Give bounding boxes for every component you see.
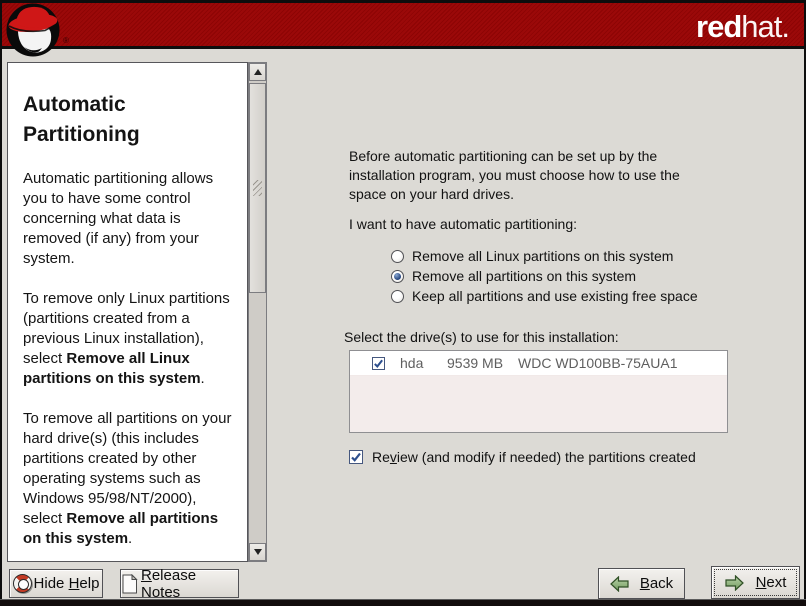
arrow-right-icon <box>725 575 744 591</box>
hide-help-label: Hide Help <box>34 575 100 592</box>
drive-row-hda[interactable]: hda 9539 MB WDC WD100BB-75AUA1 <box>350 351 727 376</box>
window-border-top <box>0 0 806 3</box>
scrollbar-thumb[interactable] <box>249 83 266 293</box>
help-paragraph-1: Automatic partitioning allows you to hav… <box>23 169 235 269</box>
drive-name: hda <box>400 355 436 371</box>
wordmark-red: red <box>696 9 741 44</box>
review-label-pre: Re <box>372 449 390 465</box>
release-notes-accel: R <box>141 567 152 584</box>
intro-text: Before automatic partitioning can be set… <box>349 147 689 204</box>
review-partitions-checkbox-row[interactable]: Review (and modify if needed) the partit… <box>349 449 696 465</box>
drive-size: 9539 MB <box>447 355 512 371</box>
next-accel: N <box>756 574 767 591</box>
review-label: Review (and modify if needed) the partit… <box>372 449 696 465</box>
redhat-wordmark: redhat. <box>696 10 789 44</box>
radio-icon[interactable] <box>391 250 404 263</box>
window-border-bottom <box>0 599 806 606</box>
hide-help-pre: Hide <box>34 575 69 592</box>
drive-checkbox[interactable] <box>372 357 385 370</box>
scroll-up-button[interactable] <box>249 63 266 81</box>
logo-trademark: ® <box>63 36 69 45</box>
help-paragraph-3: To remove all partitions on your hard dr… <box>23 409 235 549</box>
help-panel: Automatic Partitioning Automatic partiti… <box>7 62 248 562</box>
help-paragraph-2: To remove only Linux partitions (partiti… <box>23 289 235 389</box>
installer-window: redhat. ® Automatic Partitioning Automat… <box>0 0 806 606</box>
review-checkbox[interactable] <box>349 450 363 464</box>
radio-label: Remove all partitions on this system <box>412 268 636 284</box>
help-scrollbar[interactable] <box>248 62 267 562</box>
redhat-banner: redhat. <box>2 3 804 49</box>
release-notes-button[interactable]: Release Notes <box>120 569 239 598</box>
next-button[interactable]: Next <box>711 566 800 599</box>
arrow-down-icon <box>254 549 262 555</box>
partitioning-prompt: I want to have automatic partitioning: <box>349 216 577 232</box>
window-border-left <box>0 0 2 606</box>
drives-label: Select the drive(s) to use for this inst… <box>344 329 619 345</box>
radio-keep-all-partitions[interactable]: Keep all partitions and use existing fre… <box>391 286 698 306</box>
help-title: Automatic Partitioning <box>23 90 235 150</box>
help-lifering-icon <box>13 574 32 593</box>
scroll-down-button[interactable] <box>249 543 266 561</box>
help-p3-period: . <box>128 530 132 547</box>
radio-icon-selected[interactable] <box>391 270 404 283</box>
back-accel: B <box>640 575 650 592</box>
check-icon <box>373 358 384 369</box>
scrollbar-grip-icon <box>253 180 262 196</box>
hide-help-post: elp <box>79 575 99 592</box>
radio-icon[interactable] <box>391 290 404 303</box>
radio-remove-linux-partitions[interactable]: Remove all Linux partitions on this syst… <box>391 246 698 266</box>
drive-listbox[interactable]: hda 9539 MB WDC WD100BB-75AUA1 <box>349 350 728 433</box>
review-label-accel: v <box>390 449 397 465</box>
back-post: ack <box>650 575 673 592</box>
next-post: ext <box>766 574 786 591</box>
review-label-post: iew (and modify if needed) the partition… <box>397 449 696 465</box>
radio-remove-all-partitions[interactable]: Remove all partitions on this system <box>391 266 698 286</box>
arrow-left-icon <box>610 576 629 592</box>
check-icon <box>350 451 362 463</box>
next-label: Next <box>756 574 787 591</box>
hide-help-button[interactable]: Hide Help <box>9 569 103 598</box>
back-button[interactable]: Back <box>598 568 685 599</box>
help-p2-period: . <box>201 370 205 387</box>
radio-label: Keep all partitions and use existing fre… <box>412 288 698 304</box>
redhat-shadowman-icon <box>5 2 61 58</box>
back-label: Back <box>640 575 673 592</box>
arrow-up-icon <box>254 69 262 75</box>
release-notes-label: Release Notes <box>141 567 238 601</box>
drive-model: WDC WD100BB-75AUA1 <box>518 355 678 371</box>
partitioning-options: Remove all Linux partitions on this syst… <box>391 246 698 306</box>
radio-label: Remove all Linux partitions on this syst… <box>412 248 673 264</box>
wordmark-hat: hat. <box>741 9 789 44</box>
document-icon <box>121 574 138 594</box>
hide-help-accel: H <box>69 575 80 592</box>
